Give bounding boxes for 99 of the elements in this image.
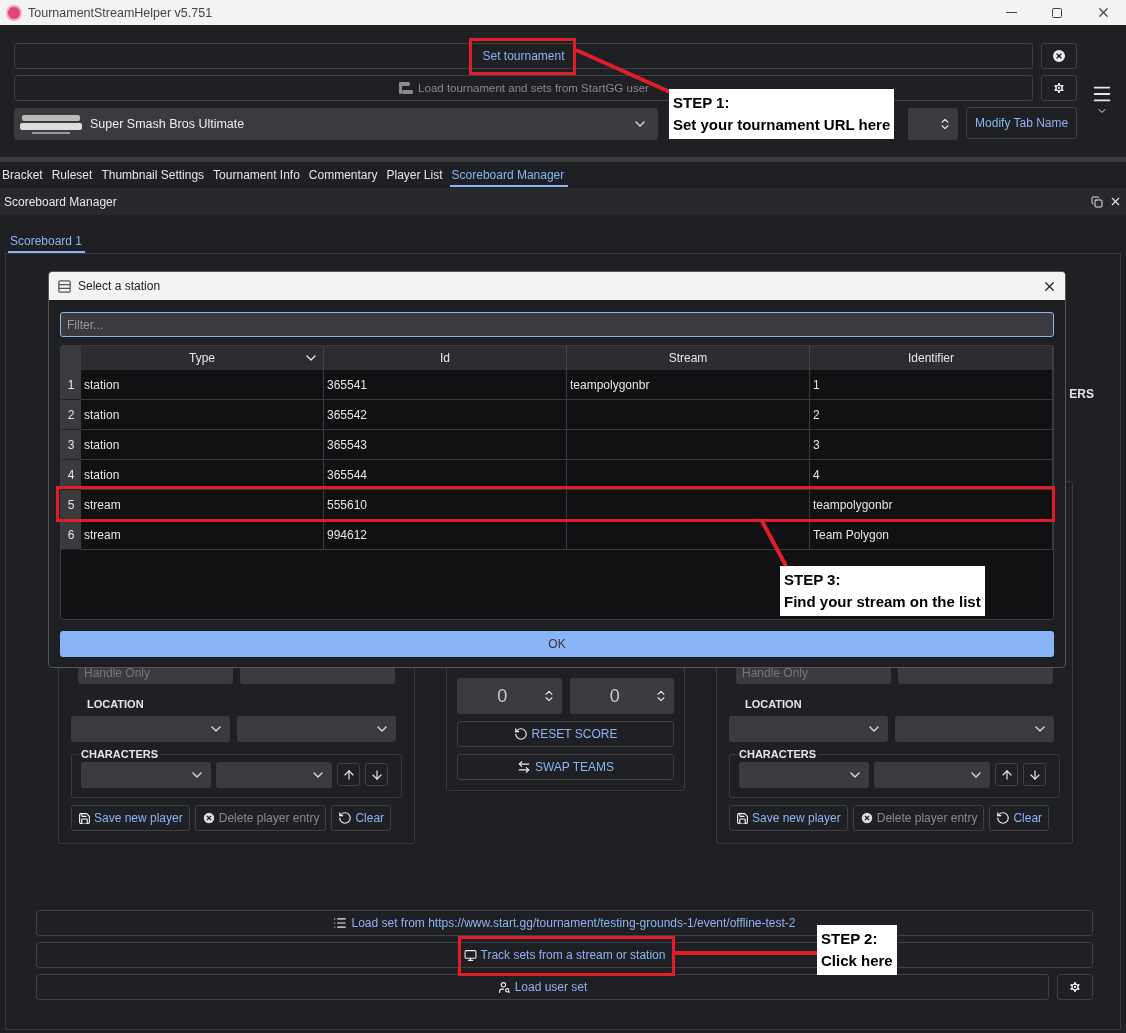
arrow-down-icon <box>1027 767 1042 782</box>
game-dropdown[interactable]: Super Smash Bros Ultimate <box>14 108 659 140</box>
settings-icon <box>1052 81 1066 95</box>
settings-icon <box>1068 980 1082 994</box>
app-logo <box>6 4 22 21</box>
arrow-down-icon <box>369 767 384 782</box>
user-search-icon <box>497 980 511 994</box>
clear-button[interactable]: Clear <box>331 805 392 831</box>
list-icon <box>333 916 348 930</box>
set-tournament-button[interactable]: Set tournament <box>14 43 1033 69</box>
table-cell[interactable]: station <box>81 400 324 430</box>
table-cell[interactable] <box>567 520 810 550</box>
minimize-icon <box>1005 12 1017 13</box>
undo-icon <box>513 727 528 741</box>
score-spinbox[interactable]: 0 <box>457 678 562 714</box>
table-cell[interactable]: 365544 <box>324 460 567 490</box>
game-logo-icon <box>20 112 82 136</box>
table-cell[interactable] <box>567 460 810 490</box>
row-number: 2 <box>61 400 81 430</box>
table-cell[interactable]: 3 <box>810 430 1053 460</box>
settings-button[interactable] <box>1057 974 1093 1000</box>
float-icon[interactable] <box>1091 195 1103 208</box>
undo-icon <box>996 811 1011 825</box>
delete-icon <box>201 811 216 825</box>
column-header[interactable]: Id <box>324 346 567 370</box>
table-cell[interactable]: 365542 <box>324 400 567 430</box>
column-header[interactable]: Type <box>81 346 324 370</box>
column-header[interactable]: Stream <box>567 346 810 370</box>
characters-label: CHARACTERS <box>80 748 159 760</box>
row-number: 3 <box>61 430 81 460</box>
table-cell[interactable] <box>567 400 810 430</box>
tab[interactable]: Thumbnail Settings <box>99 168 209 187</box>
ok-button[interactable]: OK <box>60 631 1054 657</box>
team-title: ERS <box>1069 387 1094 401</box>
table-cell[interactable]: teampolygonbr <box>567 370 810 400</box>
maximize-icon <box>1051 6 1063 19</box>
table-cell[interactable]: 555610 <box>324 490 567 520</box>
undo-icon <box>338 811 353 825</box>
table-cell[interactable]: 1 <box>810 370 1053 400</box>
filter-field[interactable]: Filter... <box>60 312 1054 337</box>
callout-text: Find your stream on the list <box>784 592 981 612</box>
tab[interactable]: Ruleset <box>49 168 97 187</box>
table-cell[interactable]: 365543 <box>324 430 567 460</box>
callout-text: STEP 3: <box>784 570 842 590</box>
table-cell[interactable]: station <box>81 460 324 490</box>
table-cell[interactable]: 4 <box>810 460 1053 490</box>
table-cell[interactable]: stream <box>81 520 324 550</box>
move-up-button[interactable] <box>995 763 1018 786</box>
save-icon <box>78 811 91 825</box>
location-label: LOCATION <box>745 698 803 710</box>
modify-tab-name-button[interactable]: Modify Tab Name <box>966 107 1077 139</box>
spin-box[interactable] <box>908 108 959 140</box>
clear-tournament-button[interactable] <box>1041 43 1077 69</box>
row-number: 1 <box>61 370 81 400</box>
table-cell[interactable] <box>567 430 810 460</box>
table-cell[interactable]: teampolygonbr <box>810 490 1053 520</box>
score-spinbox[interactable]: 0 <box>569 678 674 714</box>
table-cell[interactable]: Team Polygon <box>810 520 1053 550</box>
tab[interactable]: Scoreboard 1 <box>8 234 86 253</box>
window-title: TournamentStreamHelper v5.751 <box>28 5 214 20</box>
table-cell[interactable]: stream <box>81 490 324 520</box>
startgg-icon <box>398 81 415 95</box>
move-down-button[interactable] <box>1023 763 1046 786</box>
swap-teams-button[interactable]: SWAP TEAMS <box>457 754 674 780</box>
table-cell[interactable]: 994612 <box>324 520 567 550</box>
table-cell[interactable]: station <box>81 430 324 460</box>
leader-line <box>760 520 788 567</box>
move-down-button[interactable] <box>365 763 388 786</box>
save-player-button[interactable]: Save new player <box>71 805 190 831</box>
column-header[interactable]: Identifier <box>810 346 1053 370</box>
tab[interactable]: Tournament Info <box>211 168 304 187</box>
table-cell[interactable]: 2 <box>810 400 1053 430</box>
clear-icon <box>1051 48 1067 64</box>
dock-title: Scoreboard Manager <box>4 194 118 209</box>
monitor-icon <box>463 948 477 962</box>
clear-button[interactable]: Clear <box>989 805 1050 831</box>
settings-button[interactable] <box>1041 75 1077 101</box>
row-number: 5 <box>61 490 81 520</box>
swap-icon <box>516 760 531 774</box>
location-label: LOCATION <box>87 698 145 710</box>
move-up-button[interactable] <box>337 763 360 786</box>
tab[interactable]: Bracket <box>0 168 47 187</box>
load-user-set-button[interactable]: Load user set <box>36 974 1049 1000</box>
table-cell[interactable]: 365541 <box>324 370 567 400</box>
characters-label: CHARACTERS <box>738 748 817 760</box>
dialog-title: Select a station <box>78 279 162 293</box>
arrow-up-icon <box>341 767 356 782</box>
tab[interactable]: Player List <box>384 168 447 187</box>
table-cell[interactable]: station <box>81 370 324 400</box>
save-player-button[interactable]: Save new player <box>729 805 848 831</box>
close-icon[interactable] <box>1109 195 1122 208</box>
callout-text: Click here <box>821 951 893 971</box>
save-icon <box>736 811 749 825</box>
reset-score-button[interactable]: RESET SCORE <box>457 721 674 747</box>
list-icon <box>57 278 72 294</box>
callout-text: Set your tournament URL here <box>673 115 891 135</box>
delete-icon <box>859 811 874 825</box>
row-number: 6 <box>61 520 81 550</box>
tab[interactable]: Commentary <box>306 168 382 187</box>
